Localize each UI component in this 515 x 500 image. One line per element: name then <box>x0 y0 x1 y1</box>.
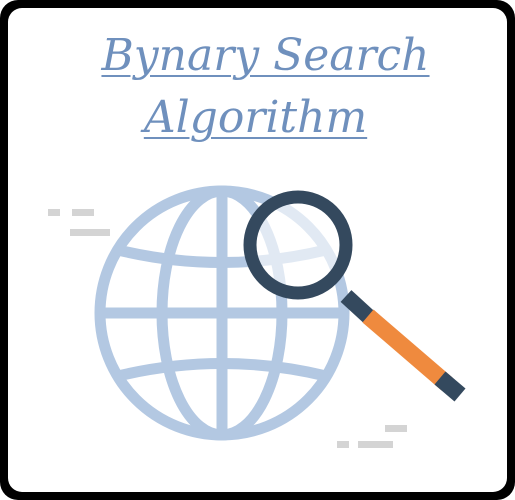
illustration <box>48 185 466 448</box>
